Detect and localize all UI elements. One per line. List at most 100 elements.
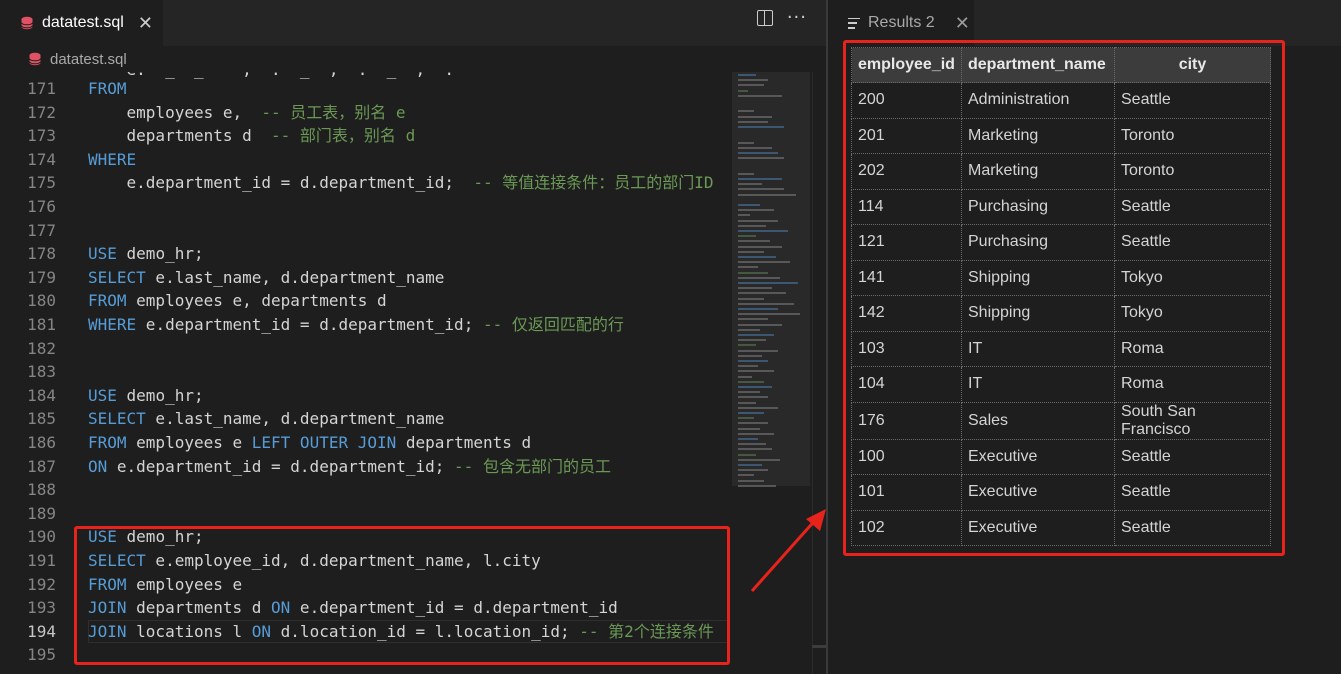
table-cell[interactable]: Executive — [961, 474, 1115, 511]
table-row[interactable]: 200 Administration Seattle — [851, 82, 1271, 119]
code-line[interactable]: 192 FROM employees e — [0, 573, 732, 597]
table-cell[interactable]: 200 — [851, 82, 962, 119]
code-line[interactable]: 191 SELECT e.employee_id, d.department_na… — [0, 549, 732, 573]
table-cell[interactable]: 202 — [851, 153, 962, 190]
table-cell[interactable]: Toronto — [1114, 117, 1271, 154]
table-cell[interactable]: Seattle — [1114, 438, 1271, 475]
table-cell[interactable]: Tokyo — [1114, 295, 1271, 332]
table-cell[interactable]: Marketing — [961, 117, 1115, 154]
table-cell[interactable]: Sales — [961, 401, 1115, 440]
table-row[interactable]: 202 Marketing Toronto — [851, 153, 1271, 190]
code-line[interactable]: 172 employees e, -- 员工表，别名 e — [0, 101, 732, 125]
code-editor[interactable]: e. _ _ , . _ , . _ , . 171FROM172 employ… — [0, 72, 732, 674]
more-actions-icon[interactable]: ··· — [787, 9, 807, 27]
table-row[interactable]: 141 Shipping Tokyo — [851, 259, 1271, 296]
table-cell[interactable]: IT — [961, 330, 1115, 367]
table-cell[interactable]: South San Francisco — [1114, 401, 1271, 440]
code-line[interactable]: 186 FROM employees e LEFT OUTER JOIN depa… — [0, 431, 732, 455]
minimap-slider[interactable] — [732, 72, 810, 486]
code-line[interactable]: 184 USE demo_hr; — [0, 384, 732, 408]
code-line[interactable]: 176 — [0, 195, 732, 219]
tab-datatest-sql[interactable]: datatest.sql ✕ — [0, 0, 163, 46]
table-cell[interactable]: 176 — [851, 401, 962, 440]
table-cell[interactable]: Executive — [961, 509, 1115, 546]
table-cell[interactable]: Shipping — [961, 295, 1115, 332]
tab-results-2[interactable]: Results 2 ✕ — [828, 0, 974, 46]
table-cell[interactable]: Seattle — [1114, 224, 1271, 261]
table-cell[interactable]: Seattle — [1114, 188, 1271, 225]
table-cell[interactable]: Roma — [1114, 330, 1271, 367]
table-cell[interactable]: Roma — [1114, 366, 1271, 403]
code-line[interactable]: 174 WHERE — [0, 148, 732, 172]
table-cell[interactable]: Toronto — [1114, 153, 1271, 190]
code-line[interactable]: 189 — [0, 502, 732, 526]
table-cell[interactable]: Purchasing — [961, 224, 1115, 261]
line-number: 176 — [27, 197, 56, 216]
table-cell[interactable]: 104 — [851, 366, 962, 403]
code-text: JOIN departments d ON e.department_id = … — [88, 596, 618, 620]
code-text: ON e.department_id = d.department_id; --… — [88, 455, 611, 479]
code-line[interactable]: 175 e.department_id = d.department_id; -… — [0, 171, 732, 195]
code-line[interactable]: 190 USE demo_hr; — [0, 525, 732, 549]
table-cell[interactable]: 121 — [851, 224, 962, 261]
table-cell[interactable]: Marketing — [961, 153, 1115, 190]
code-line[interactable]: 182 — [0, 337, 732, 361]
code-line[interactable]: 193 JOIN departments d ON e.department_id… — [0, 596, 732, 620]
code-line[interactable]: 183 — [0, 360, 732, 384]
table-row[interactable]: 103 IT Roma — [851, 330, 1271, 367]
table-cell[interactable]: 102 — [851, 509, 962, 546]
code-line[interactable]: 185 SELECT e.last_name, d.department_name — [0, 407, 732, 431]
code-line[interactable]: 173 departments d -- 部门表，别名 d — [0, 124, 732, 148]
code-line[interactable]: 195 — [0, 643, 732, 667]
table-row[interactable]: 100 Executive Seattle — [851, 438, 1271, 475]
database-icon — [29, 52, 41, 66]
code-line[interactable]: 194 JOIN locations l ON d.location_id = l… — [0, 619, 732, 644]
code-line[interactable]: 188 — [0, 478, 732, 502]
close-icon[interactable]: ✕ — [955, 13, 970, 34]
table-cell[interactable]: Executive — [961, 438, 1115, 475]
table-cell[interactable]: IT — [961, 366, 1115, 403]
table-cell[interactable]: 142 — [851, 295, 962, 332]
code-line[interactable]: 179 SELECT e.last_name, d.department_name — [0, 266, 732, 290]
column-header-city[interactable]: city — [1114, 47, 1271, 83]
table-cell[interactable]: Seattle — [1114, 474, 1271, 511]
code-line[interactable]: 180 FROM employees e, departments d — [0, 289, 732, 313]
editor-actions: ··· — [756, 9, 807, 27]
column-header-employee-id[interactable]: employee_id — [851, 47, 962, 83]
table-cell[interactable]: 141 — [851, 259, 962, 296]
split-editor-icon[interactable] — [756, 10, 773, 26]
breadcrumb[interactable]: datatest.sql — [0, 46, 827, 72]
sql-comment: -- 仅返回匹配的行 — [482, 315, 624, 334]
table-row[interactable]: 114 Purchasing Seattle — [851, 188, 1271, 225]
breadcrumb-file: datatest.sql — [50, 50, 127, 68]
table-cell[interactable]: 103 — [851, 330, 962, 367]
table-row[interactable]: 101 Executive Seattle — [851, 474, 1271, 511]
line-number: 193 — [27, 598, 56, 618]
table-row[interactable]: 104 IT Roma — [851, 366, 1271, 403]
table-cell[interactable]: Purchasing — [961, 188, 1115, 225]
table-cell[interactable]: Tokyo — [1114, 259, 1271, 296]
code-line[interactable]: 187 ON e.department_id = d.department_id;… — [0, 455, 732, 479]
table-cell[interactable]: Seattle — [1114, 82, 1271, 119]
code-line[interactable]: 178 USE demo_hr; — [0, 242, 732, 266]
line-number: 171 — [27, 79, 56, 98]
table-cell[interactable]: 101 — [851, 474, 962, 511]
table-row[interactable]: 121 Purchasing Seattle — [851, 224, 1271, 261]
table-row[interactable]: 201 Marketing Toronto — [851, 117, 1271, 154]
table-cell[interactable]: 100 — [851, 438, 962, 475]
table-row[interactable]: 102 Executive Seattle — [851, 509, 1271, 546]
code-line[interactable]: 177 — [0, 219, 732, 243]
table-cell[interactable]: Seattle — [1114, 509, 1271, 546]
table-cell[interactable]: Administration — [961, 82, 1115, 119]
table-row[interactable]: 142 Shipping Tokyo — [851, 295, 1271, 332]
code-line[interactable]: 171 FROM — [0, 77, 732, 101]
table-row[interactable]: 176 Sales South San Francisco — [851, 401, 1271, 440]
sql-keyword: SELECT — [88, 267, 146, 287]
code-line[interactable]: 181 WHERE e.department_id = d.department_… — [0, 313, 732, 337]
table-cell[interactable]: Shipping — [961, 259, 1115, 296]
table-cell[interactable]: 201 — [851, 117, 962, 154]
table-cell[interactable]: 114 — [851, 188, 962, 225]
editor-scrollbar-thumb[interactable] — [812, 645, 826, 648]
close-icon[interactable]: ✕ — [138, 13, 153, 34]
column-header-department-name[interactable]: department_name — [961, 47, 1115, 83]
